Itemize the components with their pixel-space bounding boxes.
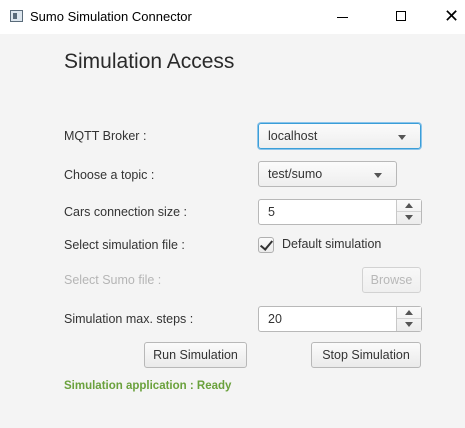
page-title: Simulation Access bbox=[64, 50, 235, 73]
max-steps-spinner-buttons[interactable] bbox=[396, 307, 421, 331]
cars-label: Cars connection size : bbox=[64, 205, 187, 219]
app-window: Sumo Simulation Connector ✕ Simulation A… bbox=[0, 0, 465, 428]
stop-simulation-button[interactable]: Stop Simulation bbox=[311, 342, 421, 368]
spinner-divider bbox=[397, 318, 421, 319]
sumo-file-label: Select Sumo file : bbox=[64, 273, 162, 287]
max-steps-value: 20 bbox=[268, 312, 282, 326]
run-simulation-button[interactable]: Run Simulation bbox=[144, 342, 247, 368]
status-text: Simulation application : Ready bbox=[64, 380, 232, 392]
form-panel bbox=[0, 34, 465, 428]
maximize-icon bbox=[396, 11, 406, 21]
max-steps-spinner[interactable]: 20 bbox=[258, 306, 422, 332]
arrow-down-icon[interactable] bbox=[405, 215, 413, 220]
default-simulation-checkbox[interactable] bbox=[258, 237, 274, 253]
window-title: Sumo Simulation Connector bbox=[30, 9, 192, 24]
broker-select[interactable]: localhost bbox=[258, 123, 421, 149]
broker-label: MQTT Broker : bbox=[64, 129, 147, 143]
default-simulation-label[interactable]: Default simulation bbox=[282, 237, 381, 251]
spinner-divider bbox=[397, 211, 421, 212]
topic-value: test/sumo bbox=[268, 167, 323, 181]
arrow-up-icon[interactable] bbox=[405, 310, 413, 315]
cars-spinner[interactable]: 5 bbox=[258, 199, 422, 225]
topic-label: Choose a topic : bbox=[64, 168, 155, 182]
check-icon bbox=[259, 237, 274, 251]
arrow-down-icon[interactable] bbox=[405, 322, 413, 327]
broker-value: localhost bbox=[268, 129, 318, 143]
maximize-button[interactable] bbox=[378, 0, 424, 34]
browse-button[interactable]: Browse bbox=[362, 267, 421, 293]
minimize-icon bbox=[337, 17, 348, 18]
arrow-up-icon[interactable] bbox=[405, 203, 413, 208]
close-button[interactable]: ✕ bbox=[430, 0, 465, 34]
max-steps-label: Simulation max. steps : bbox=[64, 312, 194, 326]
close-icon: ✕ bbox=[444, 6, 460, 26]
cars-value: 5 bbox=[268, 205, 275, 219]
chevron-down-icon bbox=[374, 173, 382, 178]
title-bar: Sumo Simulation Connector ✕ bbox=[0, 0, 465, 34]
chevron-down-icon bbox=[398, 135, 406, 140]
minimize-button[interactable] bbox=[320, 0, 366, 34]
cars-spinner-buttons[interactable] bbox=[396, 200, 421, 224]
simulation-file-label: Select simulation file : bbox=[64, 238, 185, 252]
app-icon bbox=[10, 10, 23, 22]
topic-select[interactable]: test/sumo bbox=[258, 161, 397, 187]
